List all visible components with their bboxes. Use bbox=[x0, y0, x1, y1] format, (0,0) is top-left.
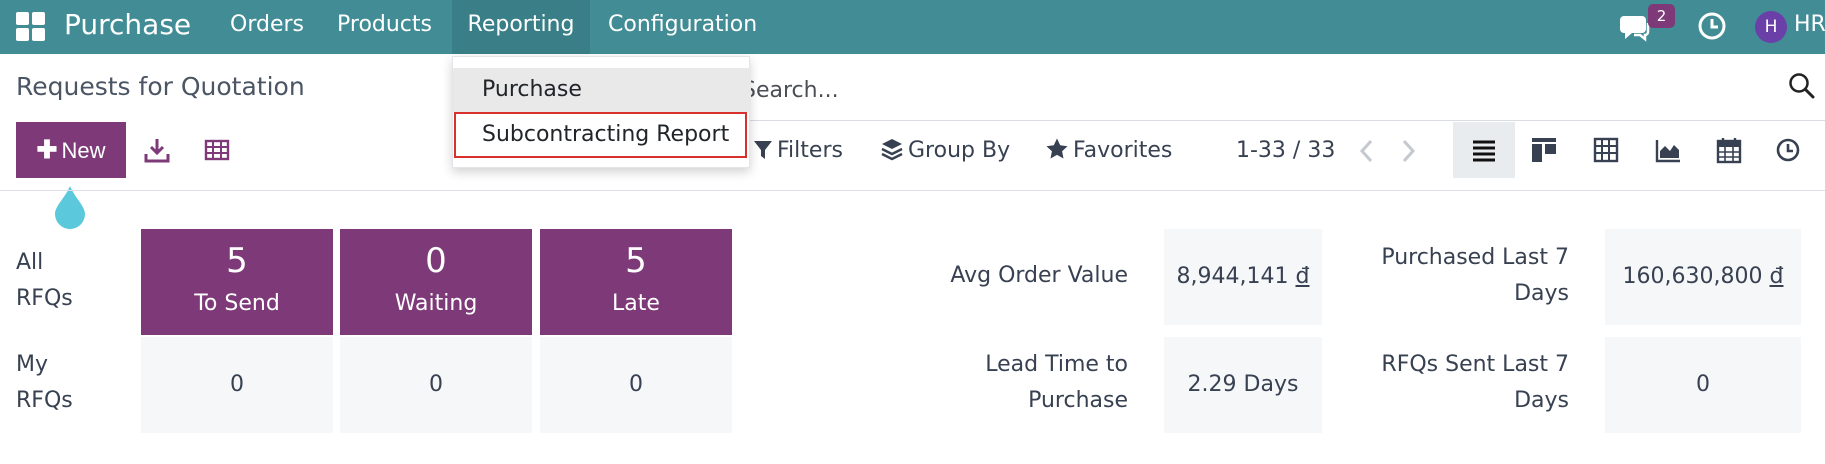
search-box bbox=[742, 68, 1825, 112]
my-rfqs-label: My RFQs bbox=[16, 352, 73, 413]
to-send-tile[interactable]: 5 To Send bbox=[141, 229, 333, 335]
page-title: Requests for Quotation bbox=[16, 72, 305, 101]
pager-next-icon[interactable] bbox=[1397, 138, 1419, 164]
rfqs-sent-last-7-days-label: RFQs Sent Last 7 Days bbox=[1381, 352, 1569, 413]
filters-button[interactable]: Filters bbox=[753, 136, 843, 166]
rfqs-sent-last-7-days-value: 0 bbox=[1605, 337, 1801, 433]
highlight-box bbox=[454, 112, 747, 158]
all-rfqs-label: All RFQs bbox=[16, 250, 73, 311]
new-button-label: New bbox=[61, 138, 106, 163]
to-send-label: To Send bbox=[194, 291, 280, 316]
menu-products[interactable]: Products bbox=[337, 0, 432, 54]
plus-icon: ✚ bbox=[36, 136, 58, 164]
favorites-button[interactable]: Favorites bbox=[1045, 136, 1172, 166]
control-panel-divider bbox=[0, 190, 1825, 191]
calendar-icon bbox=[1716, 138, 1742, 164]
avg-order-value: 8,944,141 đ bbox=[1164, 229, 1322, 325]
currency-symbol: đ bbox=[1769, 264, 1784, 289]
clock-icon bbox=[1776, 138, 1800, 162]
waiting-tile[interactable]: 0 Waiting bbox=[340, 229, 532, 335]
filters-label: Filters bbox=[777, 138, 843, 163]
waiting-label: Waiting bbox=[394, 291, 478, 316]
download-icon[interactable] bbox=[143, 136, 171, 164]
menu-configuration[interactable]: Configuration bbox=[608, 0, 757, 54]
pager-value[interactable]: 1-33 / 33 bbox=[1236, 136, 1335, 166]
list-view-button[interactable] bbox=[1453, 122, 1515, 178]
my-to-send-tile[interactable]: 0 bbox=[141, 337, 333, 433]
star-icon bbox=[1046, 138, 1068, 159]
menu-orders[interactable]: Orders bbox=[230, 0, 304, 54]
new-button[interactable]: ✚ New bbox=[16, 122, 126, 178]
late-tile[interactable]: 5 Late bbox=[540, 229, 732, 335]
pager-previous-icon[interactable] bbox=[1356, 138, 1378, 164]
activity-clock-icon[interactable] bbox=[1697, 11, 1727, 41]
my-late-tile[interactable]: 0 bbox=[540, 337, 732, 433]
top-navbar: Purchase Orders Products Reporting Confi… bbox=[0, 0, 1825, 54]
search-input[interactable] bbox=[742, 68, 1782, 112]
apps-menu-icon[interactable] bbox=[16, 12, 46, 42]
lead-time-label: Lead Time to Purchase bbox=[985, 352, 1128, 413]
graph-view-button[interactable] bbox=[1637, 122, 1699, 178]
purchased-amount: 160,630,800 bbox=[1622, 264, 1763, 289]
activity-view-button[interactable] bbox=[1757, 122, 1819, 178]
favorites-label: Favorites bbox=[1073, 138, 1173, 163]
kanban-view-button[interactable] bbox=[1513, 122, 1575, 178]
area-chart-icon bbox=[1655, 140, 1680, 163]
kanban-icon bbox=[1532, 138, 1556, 162]
layers-icon bbox=[881, 139, 903, 161]
messages-badge: 2 bbox=[1648, 4, 1675, 28]
messages-icon[interactable] bbox=[1618, 12, 1652, 42]
pivot-table-icon bbox=[1593, 137, 1619, 163]
dropdown-item-purchase[interactable]: Purchase bbox=[453, 68, 751, 112]
filter-icon bbox=[754, 141, 772, 159]
user-avatar[interactable]: H bbox=[1755, 11, 1787, 43]
app-brand[interactable]: Purchase bbox=[64, 0, 191, 54]
group-by-label: Group By bbox=[908, 138, 1011, 163]
search-underline bbox=[742, 120, 1825, 121]
lead-time-value: 2.29 Days bbox=[1164, 337, 1322, 433]
purchased-last-7-days-value: 160,630,800 đ bbox=[1605, 229, 1801, 325]
user-name[interactable]: HR bbox=[1794, 0, 1825, 50]
menu-reporting[interactable]: Reporting bbox=[452, 0, 590, 54]
to-send-count: 5 bbox=[226, 241, 248, 281]
late-label: Late bbox=[612, 291, 660, 316]
late-count: 5 bbox=[625, 241, 647, 281]
calendar-view-button[interactable] bbox=[1698, 122, 1760, 178]
spreadsheet-icon[interactable] bbox=[204, 137, 230, 163]
my-waiting-tile[interactable]: 0 bbox=[340, 337, 532, 433]
avg-order-value-amount: 8,944,141 bbox=[1176, 264, 1289, 289]
purchased-last-7-days-label: Purchased Last 7 Days bbox=[1381, 245, 1569, 306]
group-by-button[interactable]: Group By bbox=[880, 136, 1010, 166]
pivot-view-button[interactable] bbox=[1575, 122, 1637, 178]
search-icon[interactable] bbox=[1788, 72, 1816, 100]
currency-symbol: đ bbox=[1295, 264, 1310, 289]
waiting-count: 0 bbox=[425, 241, 447, 281]
avg-order-value-label: Avg Order Value bbox=[950, 263, 1128, 288]
list-icon bbox=[1473, 140, 1495, 162]
